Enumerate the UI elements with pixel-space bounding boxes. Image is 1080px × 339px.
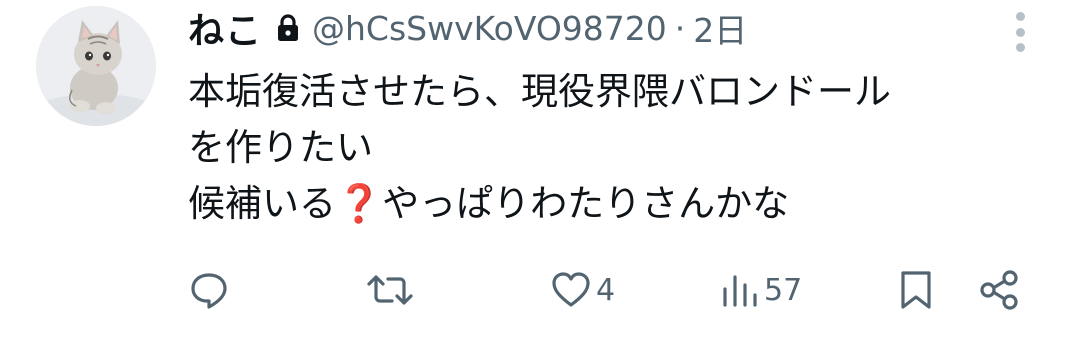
timestamp[interactable]: 2日 (693, 4, 747, 52)
reply-icon (188, 269, 230, 311)
bookmark-button[interactable] (898, 262, 934, 318)
separator: · (674, 8, 686, 48)
question-emoji: ❓ (336, 182, 383, 225)
lock-icon (276, 13, 300, 43)
share-button[interactable] (978, 262, 1020, 318)
like-count: 4 (596, 272, 616, 308)
retweet-button[interactable] (366, 262, 418, 318)
views-icon (720, 269, 760, 311)
handle[interactable]: @hCsSwvKoVO98720 (312, 9, 667, 48)
reply-button[interactable] (188, 262, 234, 318)
tweet-text-line: 本垢復活させたら、現役界隈バロンドール (188, 70, 891, 113)
share-icon (978, 269, 1020, 311)
avatar[interactable] (36, 6, 156, 126)
bookmark-icon (898, 269, 934, 311)
tweet-text-segment: 候補いる (188, 182, 336, 225)
tweet-text-segment: やっぱりわたりさんかな (382, 182, 790, 225)
like-button[interactable]: 4 (550, 262, 615, 318)
views-button[interactable]: 57 (720, 262, 802, 318)
tweet-text: 本垢復活させたら、現役界隈バロンドール を作りたい 候補いる❓やっぱりわたりさん… (188, 64, 1048, 232)
tweet-header: ねこ @hCsSwvKoVO98720 · 2日 (188, 2, 747, 54)
retweet-icon (366, 269, 414, 311)
views-count: 57 (764, 272, 803, 308)
kitten-avatar-image (36, 6, 156, 126)
tweet-text-line: を作りたい (188, 126, 373, 169)
more-vertical-icon[interactable] (1008, 12, 1032, 52)
display-name[interactable]: ねこ (188, 2, 262, 54)
heart-icon (550, 269, 592, 311)
tweet-card[interactable]: ねこ @hCsSwvKoVO98720 · 2日 本垢復活させたら、現役界隈バロ… (0, 0, 1080, 339)
action-bar: 4 57 (0, 262, 1080, 318)
tweet-text-line: 候補いる❓やっぱりわたりさんかな (188, 176, 1048, 232)
